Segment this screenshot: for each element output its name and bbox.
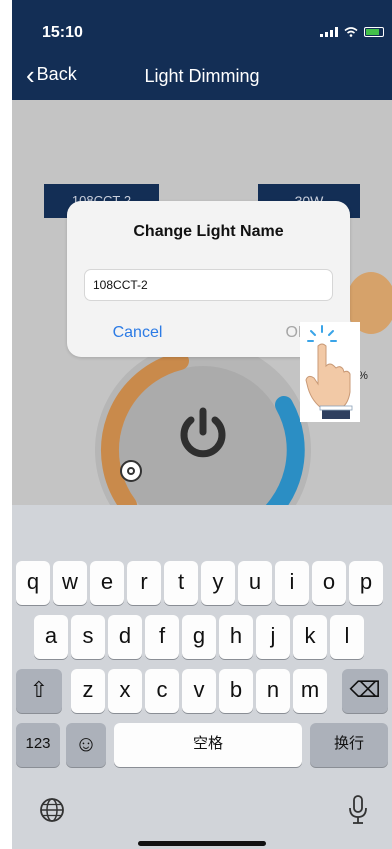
microphone-icon[interactable] xyxy=(346,794,370,826)
key[interactable]: f xyxy=(145,615,179,659)
key[interactable]: z xyxy=(71,669,105,713)
key[interactable]: b xyxy=(219,669,253,713)
home-indicator[interactable] xyxy=(138,841,266,846)
key[interactable]: u xyxy=(238,561,272,605)
key[interactable]: v xyxy=(182,669,216,713)
status-time: 15:10 xyxy=(42,24,83,41)
dialog-title: Change Light Name xyxy=(133,223,284,240)
battery-icon xyxy=(364,27,384,37)
tap-hand-icon xyxy=(305,325,353,419)
key[interactable]: j xyxy=(256,615,290,659)
page-title: Light Dimming xyxy=(144,66,260,86)
key[interactable]: k xyxy=(293,615,327,659)
key[interactable]: i xyxy=(275,561,309,605)
numbers-key[interactable]: 123 xyxy=(16,723,60,767)
globe-icon[interactable] xyxy=(38,796,66,824)
shift-key[interactable]: ⇧ xyxy=(16,669,62,713)
power-icon[interactable] xyxy=(176,406,230,460)
key[interactable]: q xyxy=(16,561,50,605)
light-name-input[interactable]: 108CCT-2 xyxy=(84,269,333,301)
key[interactable]: g xyxy=(182,615,216,659)
key[interactable]: h xyxy=(219,615,253,659)
emoji-key[interactable]: ☺ xyxy=(66,723,106,767)
dial-handle[interactable] xyxy=(120,460,142,482)
key[interactable]: s xyxy=(71,615,105,659)
delete-key[interactable]: ⌫ xyxy=(342,669,388,713)
key[interactable]: a xyxy=(34,615,68,659)
return-key[interactable]: 换行 xyxy=(310,723,388,767)
key[interactable]: l xyxy=(330,615,364,659)
key[interactable]: c xyxy=(145,669,179,713)
space-key[interactable]: 空格 xyxy=(114,723,302,767)
key[interactable]: x xyxy=(108,669,142,713)
key[interactable]: w xyxy=(53,561,87,605)
keyboard: q w e r t y u i o p a s d f g h j k l ⇧ … xyxy=(12,505,392,849)
tap-hint xyxy=(300,322,360,422)
key[interactable]: n xyxy=(256,669,290,713)
key[interactable]: m xyxy=(293,669,327,713)
app-screen: 15:10 ‹ Back Light Dimming 108CCT-2 30W … xyxy=(12,0,392,849)
header: 15:10 ‹ Back Light Dimming xyxy=(12,0,392,100)
signal-icon xyxy=(320,27,338,37)
status-icons xyxy=(320,27,384,37)
key[interactable]: d xyxy=(108,615,142,659)
key[interactable]: p xyxy=(349,561,383,605)
key[interactable]: t xyxy=(164,561,198,605)
cancel-button[interactable]: Cancel xyxy=(67,319,208,347)
key[interactable]: o xyxy=(312,561,346,605)
key[interactable]: y xyxy=(201,561,235,605)
wifi-icon xyxy=(344,27,358,37)
key[interactable]: e xyxy=(90,561,124,605)
key[interactable]: r xyxy=(127,561,161,605)
